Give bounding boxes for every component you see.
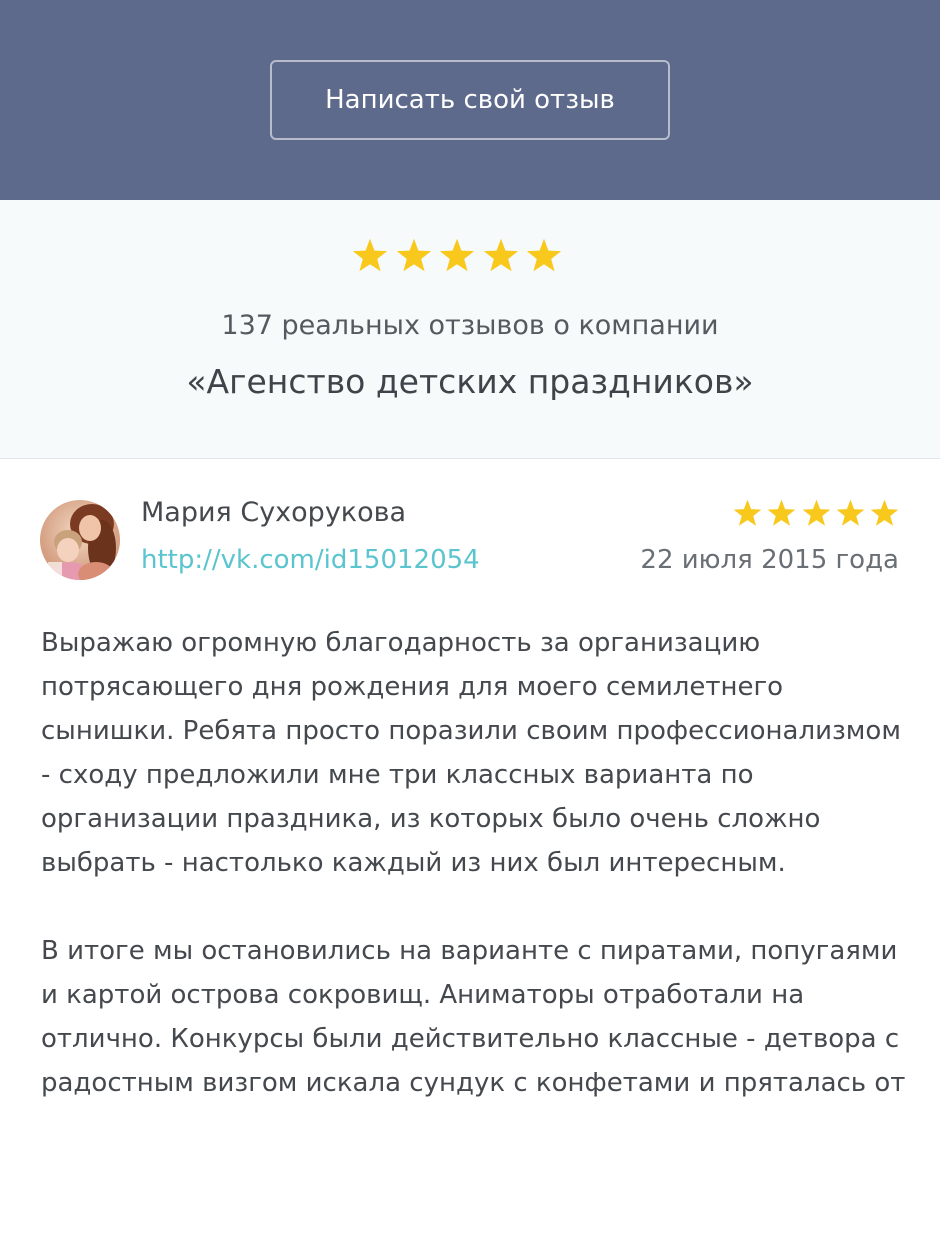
star-icon (439, 238, 475, 282)
avatar-photo (40, 500, 120, 580)
write-review-button[interactable]: Написать свой отзыв (270, 60, 670, 140)
star-icon (526, 238, 562, 282)
star-icon (396, 238, 432, 282)
star-icon (483, 238, 519, 282)
review-paragraph: В итоге мы остановились на варианте с пи… (41, 936, 906, 1098)
summary-star-rating (352, 238, 562, 282)
author-name: Мария Сухорукова (141, 497, 407, 528)
review-paragraph: Выражаю огромную благодарность за органи… (41, 628, 901, 878)
company-name: «Агенство детских праздников» (186, 362, 754, 401)
rating-summary: 137 реальных отзывов о компании «Агенств… (0, 200, 940, 459)
star-icon (802, 499, 831, 531)
star-icon (733, 499, 762, 531)
header: Написать свой отзыв (0, 0, 940, 200)
review-text: Выражаю огромную благодарность за органи… (41, 621, 911, 1149)
star-icon (767, 499, 796, 531)
star-icon (870, 499, 899, 531)
avatar[interactable] (40, 500, 120, 580)
review-card: Мария Сухорукова http://vk.com/id1501205… (0, 459, 940, 1250)
star-icon (836, 499, 865, 531)
author-profile-link[interactable]: http://vk.com/id15012054 (141, 545, 480, 575)
review-count: 137 реальных отзывов о компании (221, 310, 719, 341)
reviews-page: Написать свой отзыв 137 реальных отзывов… (0, 0, 940, 1250)
review-star-rating (733, 499, 899, 531)
star-icon (352, 238, 388, 282)
review-date: 22 июля 2015 года (640, 545, 899, 575)
